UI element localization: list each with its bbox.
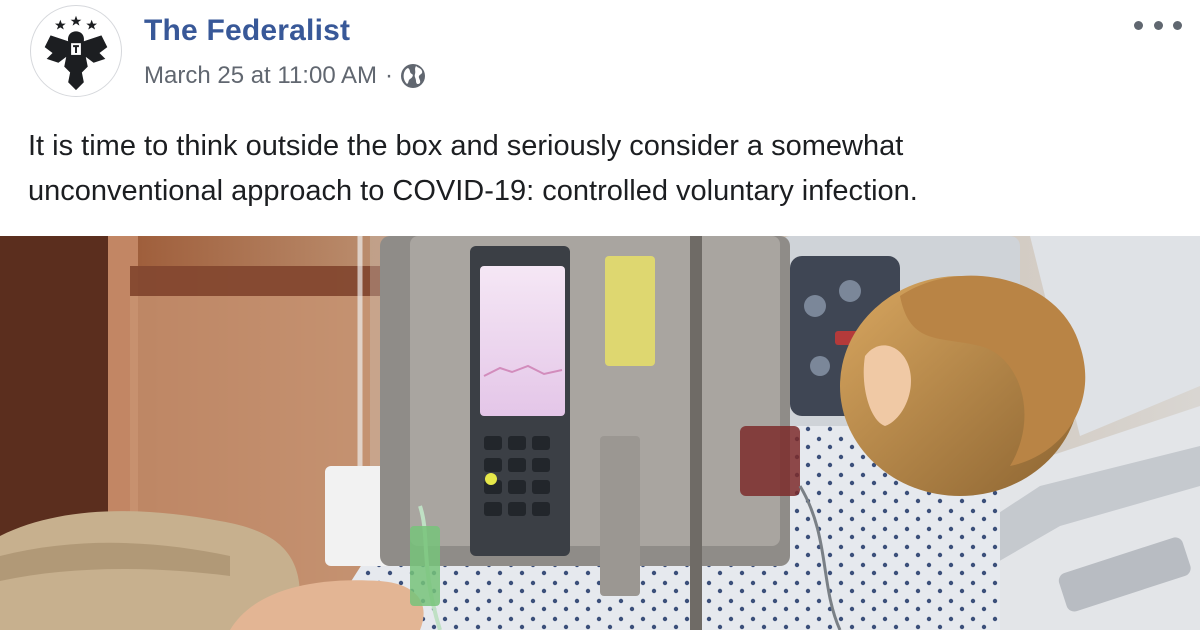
post-timestamp[interactable]: March 25 at 11:00 AM [144,62,377,90]
post-header: The Federalist March 25 at 11:00 AM · [0,0,1200,110]
page-avatar[interactable] [30,5,122,97]
post-text-line: unconventional approach to COVID-19: con… [28,175,918,207]
post-text-line: It is time to think outside the box and … [28,130,904,162]
eagle-logo-icon [44,15,108,91]
meta-separator: · [385,62,394,89]
post-text: It is time to think outside the box and … [28,124,1148,214]
post-meta: March 25 at 11:00 AM · [144,58,427,94]
globe-icon[interactable] [399,62,427,90]
page-name-link[interactable]: The Federalist [144,14,350,48]
post-image[interactable] [0,236,1200,630]
more-options-icon[interactable] [1134,12,1182,38]
